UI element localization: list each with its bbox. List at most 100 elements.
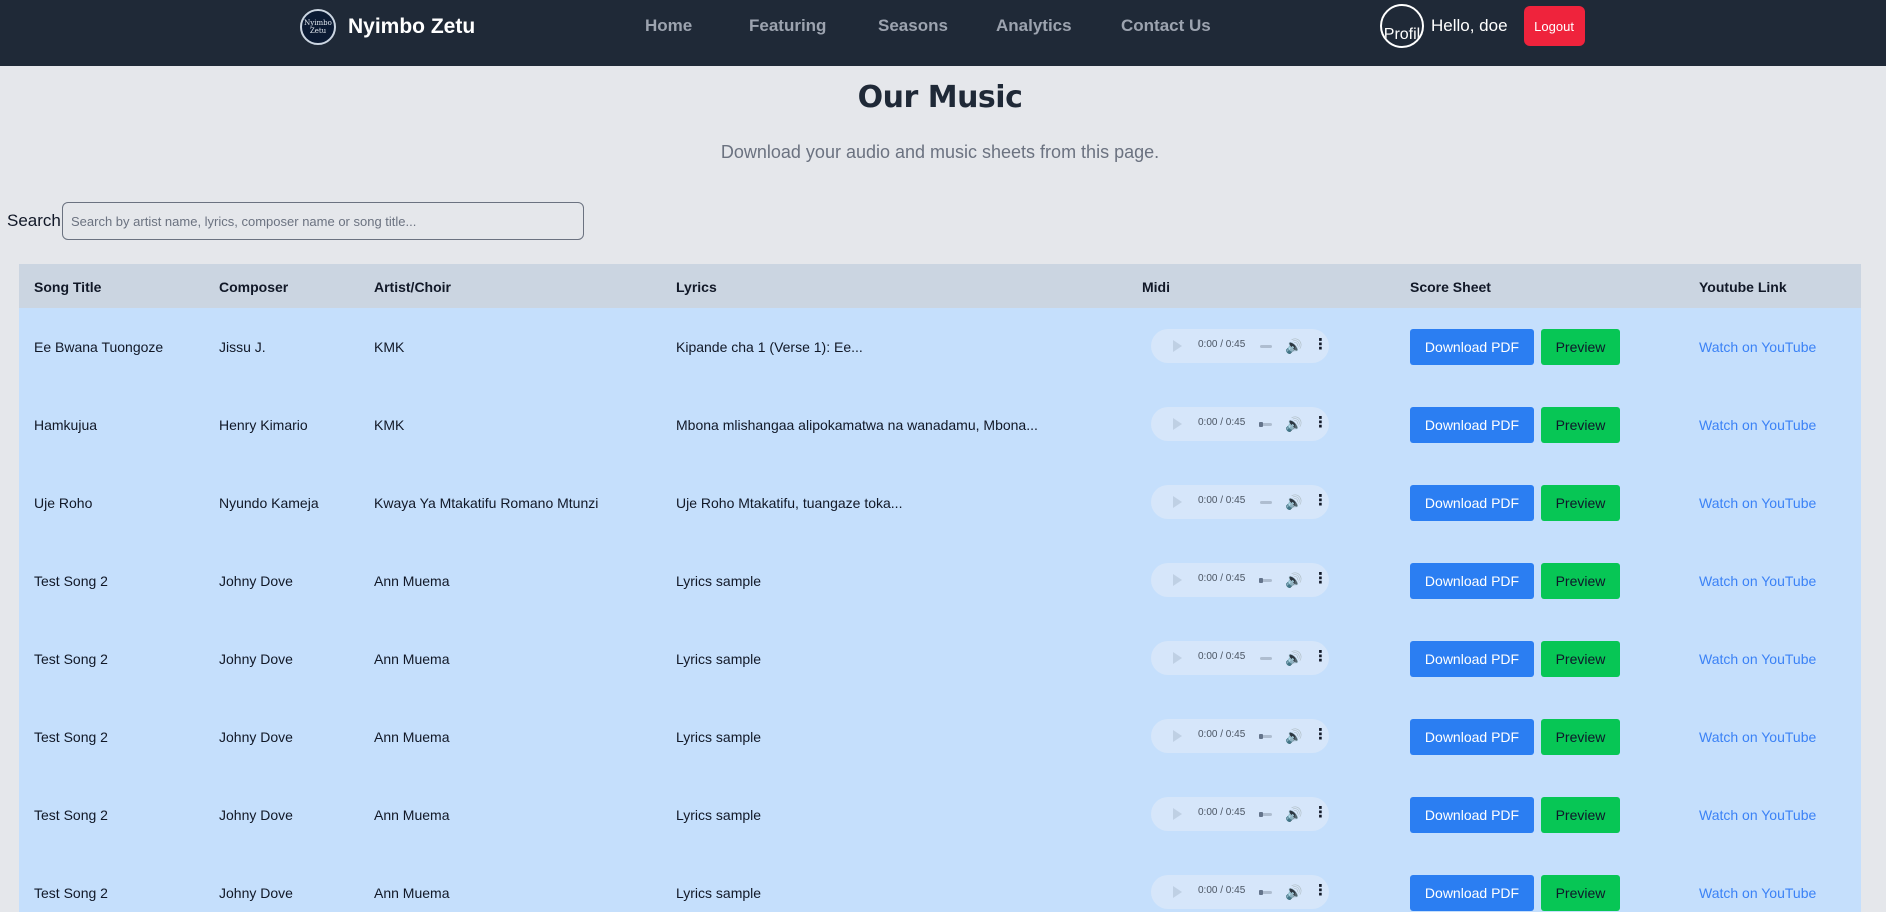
user-area: Profil Hello, doe Logout xyxy=(1380,4,1585,48)
avatar-alt-text: Profil xyxy=(1383,26,1421,43)
more-vertical-icon[interactable]: ⋮ xyxy=(1313,649,1328,665)
midi-audio-player[interactable]: 0:00 / 0:45 🔊 ⋮ xyxy=(1151,719,1329,753)
lyrics-cell: Kipande cha 1 (Verse 1): Ee... xyxy=(676,339,863,355)
youtube-link[interactable]: Watch on YouTube xyxy=(1699,651,1816,667)
youtube-link[interactable]: Watch on YouTube xyxy=(1699,729,1816,745)
audio-time: 0:00 / 0:45 xyxy=(1198,339,1246,350)
midi-audio-player[interactable]: 0:00 / 0:45 🔊 ⋮ xyxy=(1151,797,1329,831)
table-row: Ee Bwana Tuongoze Jissu J. KMK Kipande cha … xyxy=(19,308,1861,386)
table-header: Song Title Composer Artist/Choir Lyrics … xyxy=(19,264,1861,308)
volume-icon[interactable]: 🔊 xyxy=(1285,494,1302,510)
youtube-link[interactable]: Watch on YouTube xyxy=(1699,495,1816,511)
nav-link-analytics[interactable]: Analytics xyxy=(996,16,1072,36)
audio-seek-bar[interactable] xyxy=(1259,734,1272,739)
play-icon[interactable] xyxy=(1173,418,1182,430)
preview-button[interactable]: Preview xyxy=(1541,407,1620,443)
preview-button[interactable]: Preview xyxy=(1541,329,1620,365)
volume-icon[interactable]: 🔊 xyxy=(1285,650,1302,666)
nav-link-contact-us[interactable]: Contact Us xyxy=(1121,16,1211,36)
preview-button[interactable]: Preview xyxy=(1541,797,1620,833)
download-pdf-button[interactable]: Download PDF xyxy=(1410,407,1534,443)
composer-cell: Johny Dove xyxy=(219,729,293,745)
play-icon[interactable] xyxy=(1173,730,1182,742)
search-label: Search xyxy=(7,211,61,230)
more-vertical-icon[interactable]: ⋮ xyxy=(1313,883,1328,899)
play-icon[interactable] xyxy=(1173,574,1182,586)
volume-icon[interactable]: 🔊 xyxy=(1285,728,1302,744)
artist-cell: Ann Muema xyxy=(374,573,450,589)
song-title-cell: Test Song 2 xyxy=(34,573,108,589)
midi-audio-player[interactable]: 0:00 / 0:45 🔊 ⋮ xyxy=(1151,485,1329,519)
table-row: Test Song 2 Johny Dove Ann Muema Lyrics sam… xyxy=(19,698,1861,776)
audio-seek-bar[interactable] xyxy=(1260,501,1272,504)
column-header-lyrics: Lyrics xyxy=(676,279,717,295)
midi-audio-player[interactable]: 0:00 / 0:45 🔊 ⋮ xyxy=(1151,563,1329,597)
play-icon[interactable] xyxy=(1173,496,1182,508)
nav-link-home[interactable]: Home xyxy=(645,16,692,36)
avatar[interactable]: Profil xyxy=(1380,4,1424,48)
logout-button[interactable]: Logout xyxy=(1523,6,1585,46)
more-vertical-icon[interactable]: ⋮ xyxy=(1313,727,1328,743)
nav-link-featuring[interactable]: Featuring xyxy=(749,16,826,36)
music-table: Song Title Composer Artist/Choir Lyrics … xyxy=(19,264,1861,912)
column-header-youtube-link: Youtube Link xyxy=(1699,279,1787,295)
song-title-cell: Test Song 2 xyxy=(34,651,108,667)
volume-icon[interactable]: 🔊 xyxy=(1285,572,1302,588)
download-pdf-button[interactable]: Download PDF xyxy=(1410,641,1534,677)
midi-audio-player[interactable]: 0:00 / 0:45 🔊 ⋮ xyxy=(1151,875,1329,909)
play-icon[interactable] xyxy=(1173,652,1182,664)
volume-icon[interactable]: 🔊 xyxy=(1285,806,1302,822)
more-vertical-icon[interactable]: ⋮ xyxy=(1313,571,1328,587)
download-pdf-button[interactable]: Download PDF xyxy=(1410,329,1534,365)
youtube-link[interactable]: Watch on YouTube xyxy=(1699,417,1816,433)
table-row: Test Song 2 Johny Dove Ann Muema Lyrics sam… xyxy=(19,620,1861,698)
preview-button[interactable]: Preview xyxy=(1541,875,1620,911)
download-pdf-button[interactable]: Download PDF xyxy=(1410,875,1534,911)
play-icon[interactable] xyxy=(1173,340,1182,352)
youtube-link[interactable]: Watch on YouTube xyxy=(1699,885,1816,901)
audio-seek-bar[interactable] xyxy=(1260,345,1272,348)
composer-cell: Johny Dove xyxy=(219,651,293,667)
audio-seek-bar[interactable] xyxy=(1259,890,1272,895)
midi-audio-player[interactable]: 0:00 / 0:45 🔊 ⋮ xyxy=(1151,641,1329,675)
audio-seek-bar[interactable] xyxy=(1260,657,1272,660)
download-pdf-button[interactable]: Download PDF xyxy=(1410,719,1534,755)
audio-time: 0:00 / 0:45 xyxy=(1198,885,1246,896)
column-header-midi: Midi xyxy=(1142,279,1170,295)
preview-button[interactable]: Preview xyxy=(1541,719,1620,755)
volume-icon[interactable]: 🔊 xyxy=(1285,884,1302,900)
download-pdf-button[interactable]: Download PDF xyxy=(1410,485,1534,521)
audio-seek-bar[interactable] xyxy=(1259,422,1272,427)
artist-cell: Ann Muema xyxy=(374,885,450,901)
user-greeting: Hello, doe xyxy=(1431,16,1508,35)
preview-button[interactable]: Preview xyxy=(1541,563,1620,599)
download-pdf-button[interactable]: Download PDF xyxy=(1410,563,1534,599)
column-header-score-sheet: Score Sheet xyxy=(1410,279,1491,295)
download-pdf-button[interactable]: Download PDF xyxy=(1410,797,1534,833)
youtube-link[interactable]: Watch on YouTube xyxy=(1699,807,1816,823)
youtube-link[interactable]: Watch on YouTube xyxy=(1699,573,1816,589)
table-row: Test Song 2 Johny Dove Ann Muema Lyrics sam… xyxy=(19,776,1861,854)
more-vertical-icon[interactable]: ⋮ xyxy=(1313,805,1328,821)
play-icon[interactable] xyxy=(1173,886,1182,898)
audio-seek-bar[interactable] xyxy=(1259,812,1272,817)
audio-seek-bar[interactable] xyxy=(1259,578,1272,583)
volume-icon[interactable]: 🔊 xyxy=(1285,416,1302,432)
more-vertical-icon[interactable]: ⋮ xyxy=(1313,493,1328,509)
preview-button[interactable]: Preview xyxy=(1541,485,1620,521)
more-vertical-icon[interactable]: ⋮ xyxy=(1313,415,1328,431)
search-input[interactable] xyxy=(62,202,584,240)
volume-icon[interactable]: 🔊 xyxy=(1285,338,1302,354)
youtube-link[interactable]: Watch on YouTube xyxy=(1699,339,1816,355)
artist-cell: Ann Muema xyxy=(374,807,450,823)
play-icon[interactable] xyxy=(1173,808,1182,820)
artist-cell: KMK xyxy=(374,417,405,433)
preview-button[interactable]: Preview xyxy=(1541,641,1620,677)
nav-link-seasons[interactable]: Seasons xyxy=(878,16,948,36)
audio-time: 0:00 / 0:45 xyxy=(1198,495,1246,506)
nav-links: Home Featuring Seasons Analytics Contact… xyxy=(0,0,1886,54)
more-vertical-icon[interactable]: ⋮ xyxy=(1313,337,1328,353)
lyrics-cell: Mbona mlishangaa alipokamatwa na wanadam… xyxy=(676,417,1038,433)
midi-audio-player[interactable]: 0:00 / 0:45 🔊 ⋮ xyxy=(1151,329,1329,363)
midi-audio-player[interactable]: 0:00 / 0:45 🔊 ⋮ xyxy=(1151,407,1329,441)
